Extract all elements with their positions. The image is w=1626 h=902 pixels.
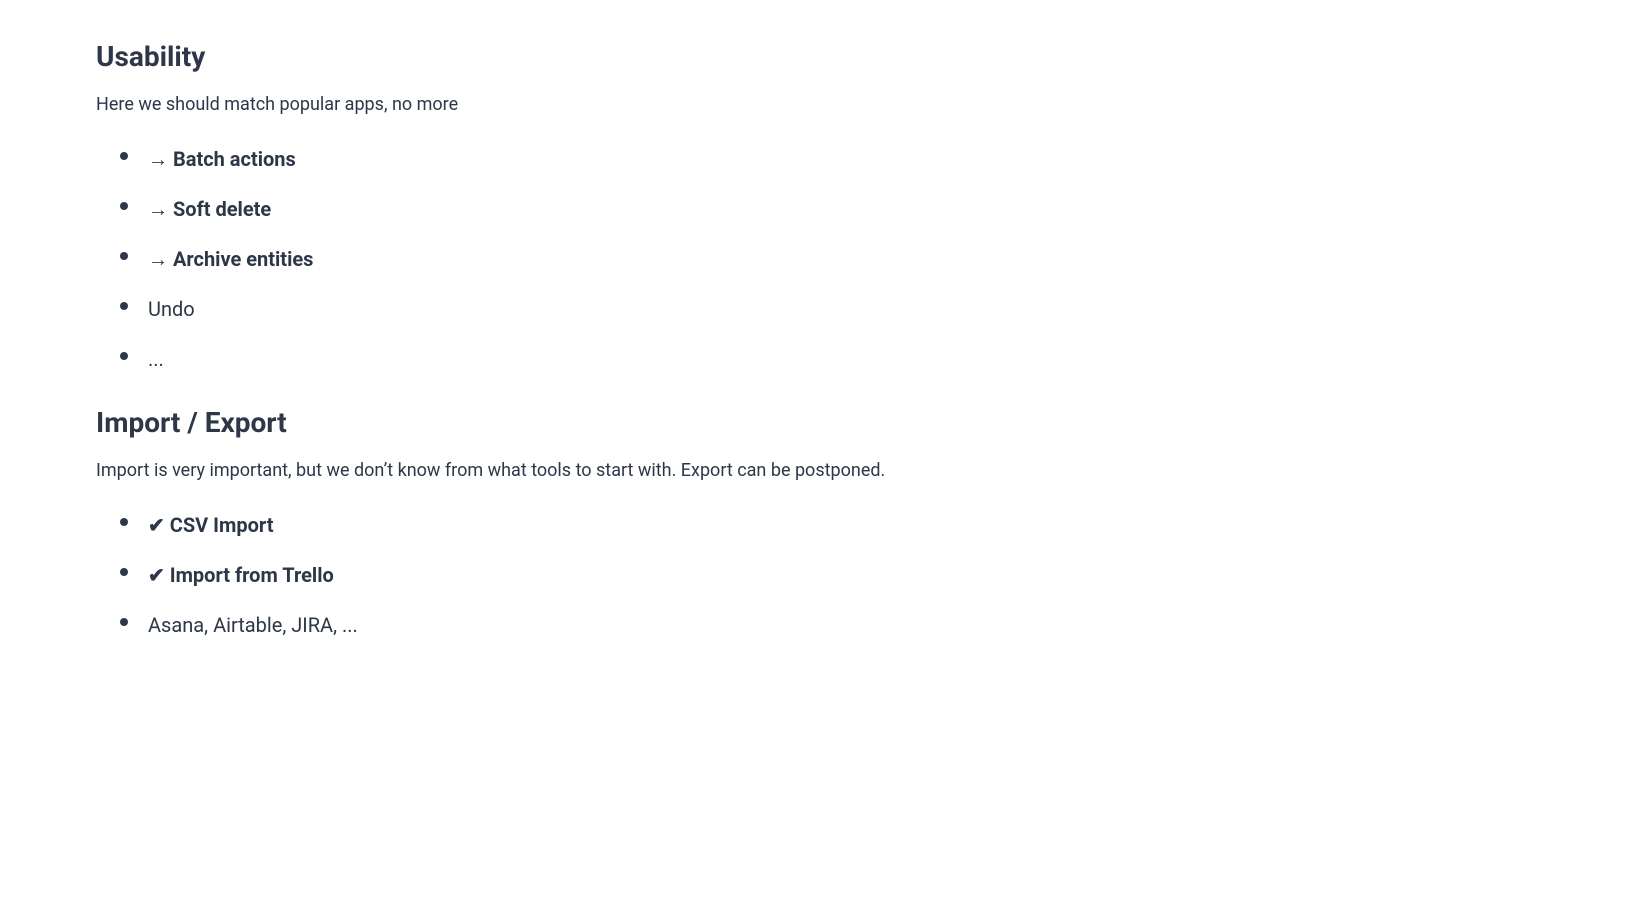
bullet-dot [120, 618, 128, 626]
import-export-description: Import is very important, but we don’t k… [96, 457, 1530, 486]
item-text-csv-import: ✔ CSV Import [148, 510, 273, 540]
usability-description: Here we should match popular apps, no mo… [96, 91, 1530, 120]
usability-section: Usability Here we should match popular a… [96, 40, 1530, 374]
list-item: → Archive entities [120, 244, 1530, 274]
item-text-undo: Undo [148, 294, 195, 324]
list-item: Undo [120, 294, 1530, 324]
list-item: ✔ Import from Trello [120, 560, 1530, 590]
bullet-dot [120, 202, 128, 210]
import-export-list: ✔ CSV Import ✔ Import from Trello Asana, A… [120, 510, 1530, 640]
list-item: ✔ CSV Import [120, 510, 1530, 540]
list-item: ... [120, 344, 1530, 374]
item-text-import-trello: ✔ Import from Trello [148, 560, 334, 590]
import-export-title: Import / Export [96, 406, 1530, 439]
usability-list: → Batch actions → Soft delete → Archive en… [120, 144, 1530, 374]
bullet-dot [120, 352, 128, 360]
list-item: → Soft delete [120, 194, 1530, 224]
import-export-section: Import / Export Import is very important… [96, 406, 1530, 640]
bullet-dot [120, 302, 128, 310]
bullet-dot [120, 568, 128, 576]
item-text-batch-actions: → Batch actions [148, 144, 296, 174]
item-text-archive-entities: → Archive entities [148, 244, 313, 274]
list-item: Asana, Airtable, JIRA, ... [120, 610, 1530, 640]
item-text-ellipsis: ... [148, 344, 164, 374]
item-text-soft-delete: → Soft delete [148, 194, 271, 224]
bullet-dot [120, 252, 128, 260]
list-item: → Batch actions [120, 144, 1530, 174]
item-text-asana-airtable: Asana, Airtable, JIRA, ... [148, 610, 358, 640]
bullet-dot [120, 518, 128, 526]
usability-title: Usability [96, 40, 1530, 73]
bullet-dot [120, 152, 128, 160]
